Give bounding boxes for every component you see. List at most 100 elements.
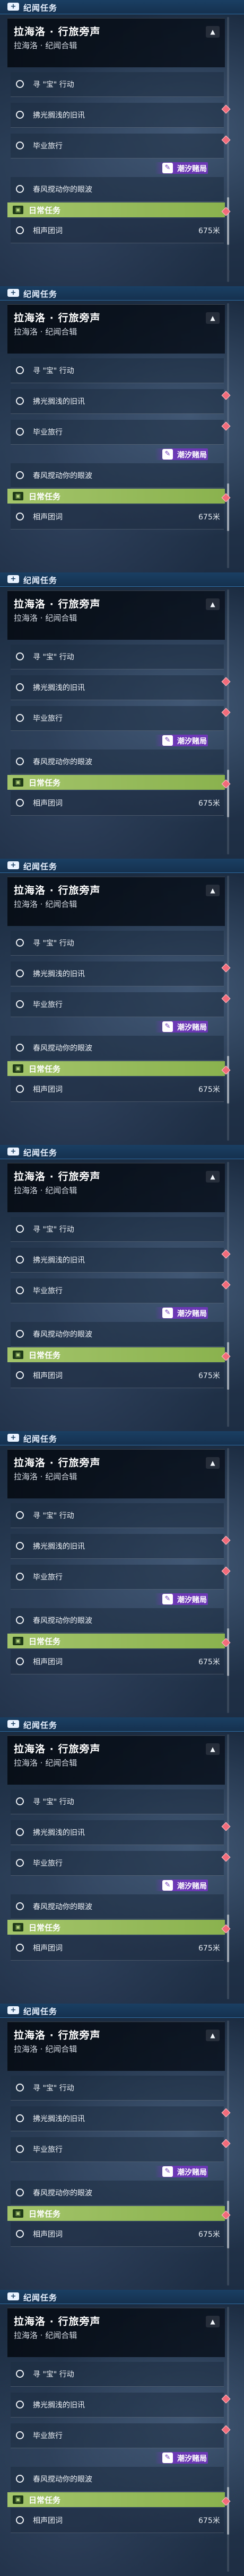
- daily-header[interactable]: ▣ 日常任务: [7, 2492, 225, 2507]
- collapse-button[interactable]: ▲: [206, 1743, 220, 1755]
- quest-item[interactable]: 拂光搁浅的旧讯: [11, 2106, 224, 2131]
- scrollbar-thumb[interactable]: [227, 1628, 229, 1676]
- quest-category-header[interactable]: + 纪闻任务: [0, 0, 244, 14]
- quest-item[interactable]: 寻 "宝" 行动: [11, 645, 224, 669]
- quest-item[interactable]: 春风搅动你的眼波: [11, 463, 224, 488]
- quest-item[interactable]: 春风搅动你的眼波: [11, 177, 224, 202]
- quest-item[interactable]: 寻 "宝" 行动: [11, 1503, 224, 1528]
- daily-item[interactable]: 相声团词 675米: [11, 791, 224, 816]
- quest-item[interactable]: 毕业旅行: [11, 1278, 224, 1303]
- quest-item[interactable]: 春风搅动你的眼波: [11, 2467, 224, 2492]
- scrollbar-thumb[interactable]: [227, 1056, 229, 1104]
- special-event-tag: ✎ 潮汐赌局: [155, 1021, 208, 1033]
- quest-card[interactable]: 拉海洛 · 行旅旁声 拉海洛 · 纪闻合辑 ▲: [7, 2308, 225, 2357]
- quest-item[interactable]: 毕业旅行: [11, 134, 224, 158]
- daily-item[interactable]: 相声团词 675米: [11, 1649, 224, 1674]
- quest-item[interactable]: 毕业旅行: [11, 2423, 224, 2448]
- quest-item[interactable]: 拂光搁浅的旧讯: [11, 675, 224, 700]
- quest-item[interactable]: 寻 "宝" 行动: [11, 1217, 224, 1242]
- quest-item[interactable]: 毕业旅行: [11, 1565, 224, 1590]
- quest-title: 拉海洛 · 行旅旁声: [14, 26, 101, 38]
- daily-item[interactable]: 相声团词 675米: [11, 218, 224, 243]
- scrollbar-thumb[interactable]: [227, 483, 229, 531]
- quest-item[interactable]: 春风搅动你的眼波: [11, 749, 224, 774]
- daily-header[interactable]: ▣ 日常任务: [7, 202, 225, 217]
- quest-card[interactable]: 拉海洛 · 行旅旁声 拉海洛 · 纪闻合辑 ▲: [7, 304, 225, 354]
- quest-category-header[interactable]: + 纪闻任务: [0, 2004, 244, 2018]
- quest-category-header[interactable]: + 纪闻任务: [0, 2290, 244, 2304]
- collapse-button[interactable]: ▲: [206, 312, 220, 324]
- daily-header[interactable]: ▣ 日常任务: [7, 1061, 225, 1076]
- quest-item[interactable]: 寻 "宝" 行动: [11, 72, 224, 97]
- quest-item-label: 毕业旅行: [33, 1859, 63, 1868]
- quest-item[interactable]: 拂光搁浅的旧讯: [11, 389, 224, 414]
- quest-item[interactable]: 春风搅动你的眼波: [11, 1894, 224, 1919]
- quest-category-header[interactable]: + 纪闻任务: [0, 1145, 244, 1159]
- daily-header[interactable]: ▣ 日常任务: [7, 2206, 225, 2221]
- scrollbar-thumb[interactable]: [227, 1915, 229, 1962]
- quest-item[interactable]: 拂光搁浅的旧讯: [11, 1820, 224, 1845]
- daily-item[interactable]: 相声团词 675米: [11, 1936, 224, 1961]
- collapse-button[interactable]: ▲: [206, 885, 220, 896]
- quest-item[interactable]: 春风搅动你的眼波: [11, 1322, 224, 1347]
- quest-category-header[interactable]: + 纪闻任务: [0, 859, 244, 873]
- quest-item[interactable]: 寻 "宝" 行动: [11, 2362, 224, 2387]
- daily-item[interactable]: 相声团词 675米: [11, 1363, 224, 1388]
- quest-card[interactable]: 拉海洛 · 行旅旁声 拉海洛 · 纪闻合辑 ▲: [7, 1163, 225, 1212]
- quest-item[interactable]: 春风搅动你的眼波: [11, 2181, 224, 2206]
- quest-item-label: 寻 "宝" 行动: [33, 2370, 74, 2379]
- quest-card[interactable]: 拉海洛 · 行旅旁声 拉海洛 · 纪闻合辑 ▲: [7, 1735, 225, 1785]
- daily-item[interactable]: 相声团词 675米: [11, 2508, 224, 2533]
- daily-icon: ▣: [13, 2209, 23, 2218]
- collapse-button[interactable]: ▲: [206, 2316, 220, 2327]
- scrollbar-thumb[interactable]: [227, 2201, 229, 2248]
- quest-item[interactable]: 拂光搁浅的旧讯: [11, 1534, 224, 1559]
- collapse-button[interactable]: ▲: [206, 1457, 220, 1469]
- daily-header[interactable]: ▣ 日常任务: [7, 1347, 225, 1362]
- quest-item[interactable]: 春风搅动你的眼波: [11, 1608, 224, 1633]
- daily-header[interactable]: ▣ 日常任务: [7, 489, 225, 504]
- collapse-button[interactable]: ▲: [206, 1171, 220, 1183]
- scrollbar-thumb[interactable]: [227, 2487, 229, 2535]
- quest-category-header[interactable]: + 纪闻任务: [0, 286, 244, 301]
- quest-item[interactable]: 拂光搁浅的旧讯: [11, 961, 224, 986]
- quest-card[interactable]: 拉海洛 · 行旅旁声 拉海洛 · 纪闻合辑 ▲: [7, 18, 225, 67]
- daily-icon: ▣: [13, 2495, 23, 2504]
- quest-item[interactable]: 寻 "宝" 行动: [11, 2076, 224, 2101]
- daily-header[interactable]: ▣ 日常任务: [7, 1634, 225, 1648]
- collapse-button[interactable]: ▲: [206, 598, 220, 610]
- quest-item[interactable]: 毕业旅行: [11, 420, 224, 445]
- collapse-button[interactable]: ▲: [206, 2030, 220, 2041]
- quest-category-header[interactable]: + 纪闻任务: [0, 1717, 244, 1732]
- quest-item[interactable]: 寻 "宝" 行动: [11, 358, 224, 383]
- daily-item[interactable]: 相声团词 675米: [11, 2222, 224, 2247]
- quest-card[interactable]: 拉海洛 · 行旅旁声 拉海洛 · 纪闻合辑 ▲: [7, 590, 225, 640]
- daily-item[interactable]: 相声团词 675米: [11, 1077, 224, 1102]
- quest-subtitle: 拉海洛 · 纪闻合辑: [14, 327, 77, 337]
- scrollbar-thumb[interactable]: [227, 1342, 229, 1390]
- daily-item-distance: 675米: [198, 1658, 220, 1666]
- quest-item[interactable]: 寻 "宝" 行动: [11, 1789, 224, 1814]
- quest-item[interactable]: 毕业旅行: [11, 2137, 224, 2162]
- quest-item[interactable]: 毕业旅行: [11, 706, 224, 731]
- quest-item[interactable]: 毕业旅行: [11, 992, 224, 1017]
- circle-icon: [16, 939, 24, 947]
- quest-card[interactable]: 拉海洛 · 行旅旁声 拉海洛 · 纪闻合辑 ▲: [7, 877, 225, 926]
- daily-item[interactable]: 相声团词 675米: [11, 505, 224, 530]
- scrollbar-thumb[interactable]: [227, 197, 229, 245]
- daily-header[interactable]: ▣ 日常任务: [7, 775, 225, 790]
- quest-category-header[interactable]: + 纪闻任务: [0, 1431, 244, 1445]
- daily-header[interactable]: ▣ 日常任务: [7, 1920, 225, 1935]
- special-event-tag: ✎ 潮汐赌局: [155, 1307, 208, 1319]
- quest-item[interactable]: 寻 "宝" 行动: [11, 931, 224, 956]
- collapse-button[interactable]: ▲: [206, 26, 220, 38]
- quest-item[interactable]: 拂光搁浅的旧讯: [11, 2393, 224, 2418]
- quest-card[interactable]: 拉海洛 · 行旅旁声 拉海洛 · 纪闻合辑 ▲: [7, 2022, 225, 2071]
- quest-item[interactable]: 拂光搁浅的旧讯: [11, 103, 224, 128]
- quest-item[interactable]: 毕业旅行: [11, 1851, 224, 1876]
- scrollbar-thumb[interactable]: [227, 770, 229, 817]
- quest-category-header[interactable]: + 纪闻任务: [0, 572, 244, 587]
- quest-card[interactable]: 拉海洛 · 行旅旁声 拉海洛 · 纪闻合辑 ▲: [7, 1449, 225, 1498]
- quest-item[interactable]: 春风搅动你的眼波: [11, 1036, 224, 1061]
- quest-item[interactable]: 拂光搁浅的旧讯: [11, 1248, 224, 1273]
